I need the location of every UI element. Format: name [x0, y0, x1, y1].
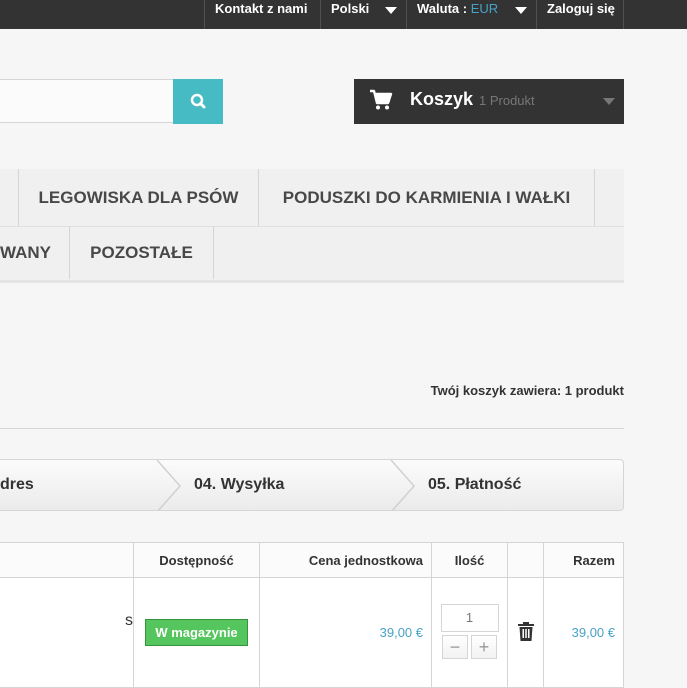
- step-separators: [156, 460, 416, 510]
- col-description: [0, 542, 134, 578]
- col-delete: [507, 542, 544, 578]
- main-menu: LEGOWISKA DLA PSÓW PODUSZKI DO KARMIENIA…: [0, 169, 624, 283]
- col-availability: Dostępność: [133, 542, 260, 578]
- chevron-down-icon: [515, 7, 527, 14]
- col-total: Razem: [543, 542, 624, 578]
- unit-price: 39,00 €: [379, 625, 423, 640]
- menu-item-other[interactable]: POZOSTAŁE: [70, 226, 214, 279]
- cart-dropdown[interactable]: Koszyk 1 Produkt: [354, 79, 624, 124]
- search-input[interactable]: [0, 79, 174, 123]
- checkout-steps: dres 04. Wysyłka 05. Płatność: [0, 459, 624, 511]
- search-icon: [190, 93, 206, 109]
- search-button[interactable]: [173, 79, 223, 124]
- menu-item-label: PODUSZKI DO KARMIENIA I WAŁKI: [282, 188, 571, 207]
- currency-selector[interactable]: Waluta : EUR: [406, 0, 536, 29]
- col-unit-price: Cena jednostkowa: [259, 542, 432, 578]
- plus-icon[interactable]: +: [471, 635, 497, 659]
- menu-item-label: LEGOWISKA DLA PSÓW: [38, 188, 239, 207]
- menu-item-partial[interactable]: WANY: [0, 226, 70, 279]
- menu-row: LEGOWISKA DLA PSÓW PODUSZKI DO KARMIENIA…: [0, 169, 624, 227]
- menu-item-nursing-pillows[interactable]: PODUSZKI DO KARMIENIA I WAŁKI: [259, 169, 595, 226]
- contact-link[interactable]: Kontakt z nami: [204, 0, 320, 29]
- product-description: s: [0, 577, 134, 688]
- login-link[interactable]: Zaloguj się: [536, 0, 624, 29]
- minus-icon[interactable]: −: [442, 635, 468, 659]
- cart-count: 1 Produkt: [479, 93, 535, 108]
- chevron-down-icon: [385, 7, 397, 14]
- step-payment: 05. Płatność: [428, 476, 522, 493]
- qty-cell: 1 − +: [431, 577, 508, 688]
- table-row: s W magazynie 39,00 € 1 − + 39,00 €: [0, 577, 624, 688]
- total-price: 39,00 €: [571, 625, 615, 640]
- shopping-cart-icon: [370, 89, 393, 110]
- trash-icon[interactable]: [517, 622, 534, 641]
- quantity-input[interactable]: 1: [440, 604, 499, 632]
- language-label: Polski: [331, 1, 370, 16]
- step-shipping: 04. Wysyłka: [194, 476, 285, 493]
- total-cell: 39,00 €: [543, 577, 624, 688]
- currency-label: Waluta :: [417, 1, 468, 16]
- in-stock-badge: W magazynie: [145, 619, 248, 646]
- cart-label: Koszyk: [410, 89, 474, 109]
- login-label: Zaloguj się: [547, 1, 615, 16]
- cart-summary: Twój koszyk zawiera: 1 produkt: [430, 383, 624, 398]
- menu-item-label: POZOSTAŁE: [90, 243, 193, 262]
- top-bar: Kontakt z nami Polski Waluta : EUR Zalog…: [0, 0, 687, 29]
- menu-item-dog-beds[interactable]: LEGOWISKA DLA PSÓW: [19, 169, 259, 226]
- step-address: dres: [0, 476, 34, 493]
- contact-link-label: Kontakt z nami: [215, 1, 308, 16]
- availability-cell: W magazynie: [133, 577, 260, 688]
- unit-price-cell: 39,00 €: [259, 577, 432, 688]
- currency-value: EUR: [470, 1, 499, 16]
- product-name-fragment: s: [125, 612, 133, 629]
- col-qty: Ilość: [431, 542, 508, 578]
- quantity-stepper: − +: [432, 635, 507, 659]
- delete-cell: [507, 577, 544, 688]
- language-selector[interactable]: Polski: [320, 0, 406, 29]
- menu-item[interactable]: [0, 169, 19, 226]
- cart-table: Dostępność Cena jednostkowa Ilość Razem …: [0, 542, 624, 688]
- menu-item-label: WANY: [0, 243, 51, 262]
- table-header-row: Dostępność Cena jednostkowa Ilość Razem: [0, 542, 624, 578]
- chevron-down-icon: [603, 98, 615, 105]
- divider: [0, 428, 624, 429]
